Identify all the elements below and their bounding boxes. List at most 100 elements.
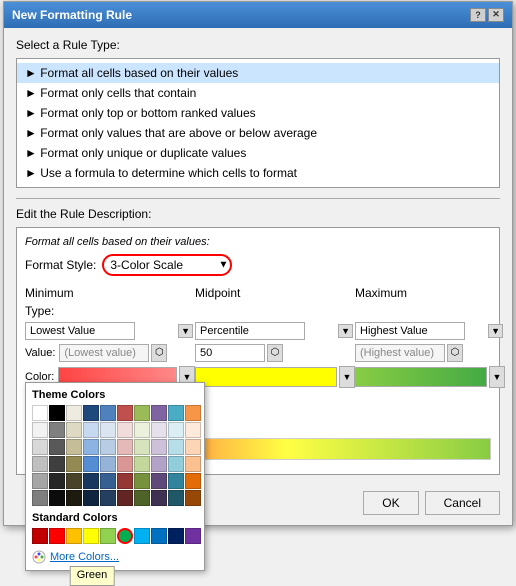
- theme-color-swatch-50[interactable]: [32, 490, 48, 506]
- theme-color-swatch-47[interactable]: [151, 473, 167, 489]
- theme-color-swatch-57[interactable]: [151, 490, 167, 506]
- theme-color-swatch-3[interactable]: [83, 405, 99, 421]
- theme-color-swatch-51[interactable]: [49, 490, 65, 506]
- more-colors-row[interactable]: More Colors...: [32, 550, 198, 564]
- theme-color-swatch-26[interactable]: [134, 439, 150, 455]
- standard-color-swatch-9[interactable]: [185, 528, 201, 544]
- theme-color-swatch-30[interactable]: [32, 456, 48, 472]
- theme-color-swatch-27[interactable]: [151, 439, 167, 455]
- rule-item-2-text: ► Format only top or bottom ranked value…: [25, 106, 256, 120]
- rule-item-0[interactable]: ► Format all cells based on their values: [17, 63, 499, 83]
- theme-color-swatch-8[interactable]: [168, 405, 184, 421]
- theme-color-swatch-38[interactable]: [168, 456, 184, 472]
- theme-color-swatch-39[interactable]: [185, 456, 201, 472]
- type-mid-select[interactable]: Percentile Number Percent Formula: [195, 322, 305, 340]
- theme-color-swatch-10[interactable]: [32, 422, 48, 438]
- standard-color-swatch-5[interactable]: [117, 528, 133, 544]
- theme-color-swatch-17[interactable]: [151, 422, 167, 438]
- theme-color-swatch-45[interactable]: [117, 473, 133, 489]
- theme-color-swatch-19[interactable]: [185, 422, 201, 438]
- theme-color-swatch-43[interactable]: [83, 473, 99, 489]
- rule-item-5[interactable]: ► Use a formula to determine which cells…: [17, 163, 499, 183]
- standard-color-swatch-4[interactable]: [100, 528, 116, 544]
- theme-color-swatch-18[interactable]: [168, 422, 184, 438]
- theme-color-swatch-12[interactable]: [66, 422, 82, 438]
- theme-color-swatch-2[interactable]: [66, 405, 82, 421]
- theme-color-swatch-20[interactable]: [32, 439, 48, 455]
- type-min-wrapper: Lowest Value Number Percent Percentile F…: [25, 322, 195, 340]
- standard-color-swatch-6[interactable]: [134, 528, 150, 544]
- value-max-icon-btn[interactable]: ⬡: [447, 344, 463, 362]
- theme-color-swatch-41[interactable]: [49, 473, 65, 489]
- theme-color-swatch-34[interactable]: [100, 456, 116, 472]
- theme-color-swatch-54[interactable]: [100, 490, 116, 506]
- theme-color-swatch-48[interactable]: [168, 473, 184, 489]
- standard-color-swatch-1[interactable]: [49, 528, 65, 544]
- value-min-input[interactable]: [59, 344, 149, 362]
- value-min-icon-btn[interactable]: ⬡: [151, 344, 167, 362]
- theme-color-swatch-46[interactable]: [134, 473, 150, 489]
- theme-color-swatch-23[interactable]: [83, 439, 99, 455]
- rule-type-list: ► Format all cells based on their values…: [16, 58, 500, 188]
- theme-color-swatch-16[interactable]: [134, 422, 150, 438]
- theme-color-swatch-1[interactable]: [49, 405, 65, 421]
- theme-color-swatch-5[interactable]: [117, 405, 133, 421]
- theme-color-swatch-21[interactable]: [49, 439, 65, 455]
- cancel-button[interactable]: Cancel: [425, 491, 500, 515]
- rule-item-1[interactable]: ► Format only cells that contain: [17, 83, 499, 103]
- rule-item-2[interactable]: ► Format only top or bottom ranked value…: [17, 103, 499, 123]
- theme-color-swatch-0[interactable]: [32, 405, 48, 421]
- color-max-dropdown-btn[interactable]: ▼: [489, 366, 505, 388]
- theme-color-swatch-4[interactable]: [100, 405, 116, 421]
- format-style-select[interactable]: 3-Color Scale 2-Color Scale Data Bar Ico…: [102, 254, 232, 276]
- help-button[interactable]: ?: [470, 8, 486, 22]
- rule-item-3[interactable]: ► Format only values that are above or b…: [17, 123, 499, 143]
- theme-color-swatch-25[interactable]: [117, 439, 133, 455]
- theme-color-swatch-40[interactable]: [32, 473, 48, 489]
- ok-button[interactable]: OK: [363, 491, 418, 515]
- theme-color-swatch-58[interactable]: [168, 490, 184, 506]
- theme-color-swatch-32[interactable]: [66, 456, 82, 472]
- theme-color-swatch-53[interactable]: [83, 490, 99, 506]
- theme-color-swatch-11[interactable]: [49, 422, 65, 438]
- theme-color-swatch-52[interactable]: [66, 490, 82, 506]
- theme-color-swatch-31[interactable]: [49, 456, 65, 472]
- theme-color-swatch-24[interactable]: [100, 439, 116, 455]
- theme-color-swatch-7[interactable]: [151, 405, 167, 421]
- more-colors-text[interactable]: More Colors...: [50, 551, 119, 563]
- standard-color-swatch-3[interactable]: [83, 528, 99, 544]
- type-max-select[interactable]: Highest Value Number Percent Percentile …: [355, 322, 465, 340]
- theme-color-swatch-55[interactable]: [117, 490, 133, 506]
- rule-item-4[interactable]: ► Format only unique or duplicate values: [17, 143, 499, 163]
- theme-color-swatch-6[interactable]: [134, 405, 150, 421]
- theme-color-swatch-44[interactable]: [100, 473, 116, 489]
- theme-color-swatch-29[interactable]: [185, 439, 201, 455]
- standard-color-swatch-2[interactable]: [66, 528, 82, 544]
- standard-color-swatch-8[interactable]: [168, 528, 184, 544]
- standard-color-swatch-7[interactable]: [151, 528, 167, 544]
- theme-color-swatch-49[interactable]: [185, 473, 201, 489]
- value-mid-icon-btn[interactable]: ⬡: [267, 344, 283, 362]
- theme-color-swatch-37[interactable]: [151, 456, 167, 472]
- theme-color-swatch-59[interactable]: [185, 490, 201, 506]
- color-mid-dropdown-btn[interactable]: ▼: [339, 366, 355, 388]
- theme-color-swatch-14[interactable]: [100, 422, 116, 438]
- value-max-input[interactable]: [355, 344, 445, 362]
- theme-color-swatch-33[interactable]: [83, 456, 99, 472]
- value-mid-input[interactable]: [195, 344, 265, 362]
- type-row: Type:: [25, 304, 491, 318]
- theme-color-swatch-42[interactable]: [66, 473, 82, 489]
- theme-color-swatch-35[interactable]: [117, 456, 133, 472]
- close-button[interactable]: ✕: [488, 8, 504, 22]
- value-label-min: Value:: [25, 347, 55, 359]
- theme-color-swatch-15[interactable]: [117, 422, 133, 438]
- theme-color-swatch-9[interactable]: [185, 405, 201, 421]
- theme-color-swatch-13[interactable]: [83, 422, 99, 438]
- dialog-title: New Formatting Rule: [12, 8, 132, 22]
- theme-color-swatch-56[interactable]: [134, 490, 150, 506]
- theme-color-swatch-22[interactable]: [66, 439, 82, 455]
- type-min-select[interactable]: Lowest Value Number Percent Percentile F…: [25, 322, 135, 340]
- standard-color-swatch-0[interactable]: [32, 528, 48, 544]
- theme-color-swatch-28[interactable]: [168, 439, 184, 455]
- theme-color-swatch-36[interactable]: [134, 456, 150, 472]
